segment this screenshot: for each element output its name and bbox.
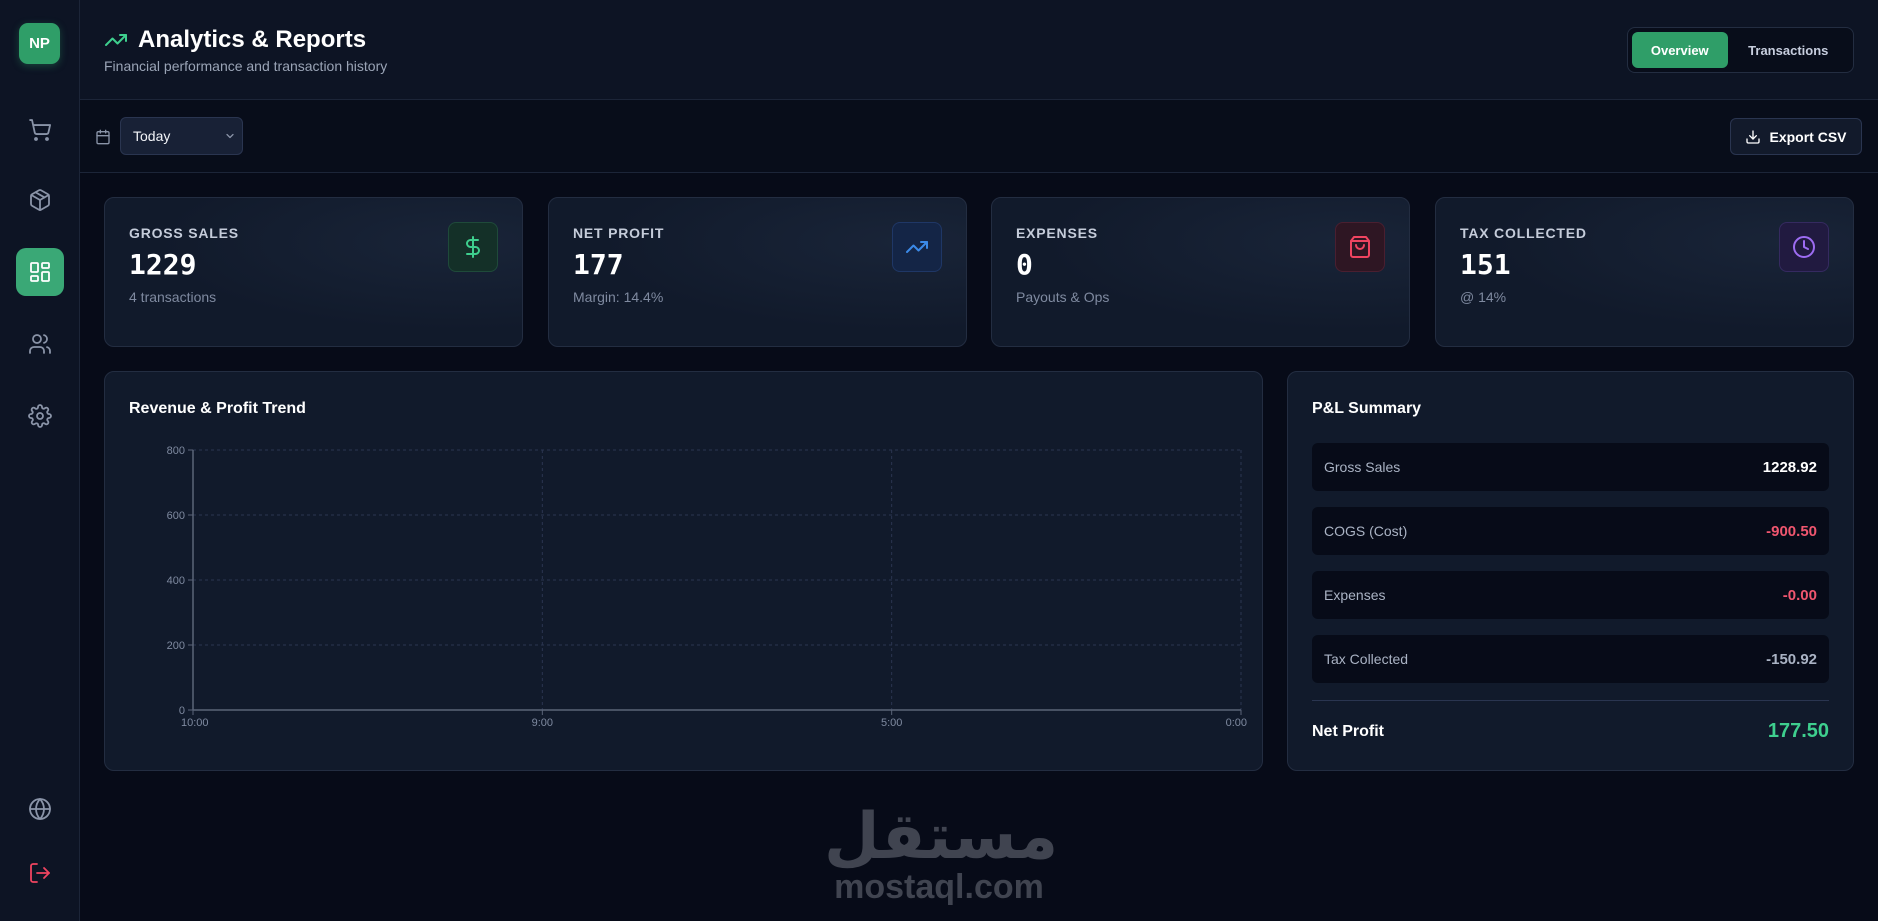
clock-icon [1779, 222, 1829, 272]
trending-up-icon [105, 34, 127, 46]
title-row: Analytics & Reports [104, 26, 366, 54]
page-subtitle: Financial performance and transaction hi… [104, 58, 388, 74]
revenue-profit-chart-panel: Revenue & Profit Trend 0 200 400 600 800 10:0… [104, 371, 1263, 771]
sidebar: NP [0, 0, 80, 921]
watermark-logo: مستقل mostaql.com [824, 800, 1059, 906]
pl-divider [1312, 700, 1829, 701]
view-tabs: Overview Transactions [1627, 27, 1854, 73]
pl-row: COGS (Cost) -900.50 [1312, 507, 1829, 555]
pl-title: P&L Summary [1312, 400, 1422, 417]
dashboard-icon[interactable] [16, 248, 64, 296]
toolbar: Today Export CSV [80, 100, 1878, 173]
pl-row-label: Expenses [1324, 587, 1386, 603]
stat-card-tax-collected: TAX COLLECTED 151 @ 14% [1435, 197, 1854, 347]
cart-icon[interactable] [16, 106, 64, 154]
watermark-arabic: مستقل [824, 800, 1059, 874]
y-tick-label: 600 [167, 510, 185, 522]
stat-value: 0 [1016, 248, 1033, 281]
logout-icon[interactable] [16, 849, 64, 897]
pl-row-value: -900.50 [1766, 522, 1817, 540]
x-tick-label: 0:00 [1226, 717, 1247, 729]
globe-icon[interactable] [16, 785, 64, 833]
x-tick-label: 10:00 [181, 717, 209, 729]
stat-sub: 4 transactions [129, 289, 217, 305]
page-title: Analytics & Reports [138, 26, 367, 53]
stat-sub: Payouts & Ops [1016, 289, 1110, 305]
page-header: Analytics & Reports Financial performanc… [80, 0, 1878, 100]
tab-transactions[interactable]: Transactions [1728, 32, 1849, 68]
stat-label: EXPENSES [1016, 225, 1098, 241]
calendar-icon [96, 129, 110, 145]
date-range-select[interactable]: Today [120, 117, 243, 155]
net-profit-value: 177.50 [1767, 720, 1829, 742]
stat-sub: @ 14% [1460, 289, 1507, 305]
stat-label: GROSS SALES [129, 225, 239, 241]
pl-row: Tax Collected -150.92 [1312, 635, 1829, 683]
trending-up-icon [892, 222, 942, 272]
stat-card-gross-sales: GROSS SALES 1229 4 transactions [104, 197, 523, 347]
pl-row-value: -0.00 [1782, 586, 1817, 604]
export-csv-button[interactable]: Export CSV [1730, 118, 1862, 155]
pl-row-value: -150.92 [1766, 650, 1817, 668]
stat-sub: Margin: 14.4% [573, 289, 664, 305]
watermark-latin: mostaql.com [834, 868, 1044, 906]
box-icon[interactable] [16, 176, 64, 224]
x-tick-label: 5:00 [881, 717, 902, 729]
users-icon[interactable] [16, 320, 64, 368]
download-icon [1746, 129, 1761, 144]
net-profit-label: Net Profit [1312, 723, 1384, 740]
y-tick-label: 400 [167, 575, 185, 587]
pl-summary-panel: P&L Summary Gross Sales 1228.92 COGS (Cost… [1287, 371, 1854, 771]
pl-row: Expenses -0.00 [1312, 571, 1829, 619]
y-tick-label: 200 [167, 640, 185, 652]
stat-label: NET PROFIT [573, 225, 665, 241]
avatar[interactable]: NP [19, 23, 60, 64]
date-range-value: Today [133, 128, 171, 144]
y-tick-label: 0 [179, 705, 185, 717]
pl-row-label: COGS (Cost) [1324, 523, 1408, 539]
stat-value: 177 [573, 248, 624, 281]
x-tick-label: 9:00 [532, 717, 553, 729]
pl-row: Gross Sales 1228.92 [1312, 443, 1829, 491]
export-csv-label: Export CSV [1769, 128, 1847, 145]
stat-value: 151 [1460, 248, 1511, 281]
tab-overview[interactable]: Overview [1632, 32, 1728, 68]
pl-row-value: 1228.92 [1762, 458, 1817, 476]
stat-value: 1229 [129, 248, 197, 281]
stat-card-net-profit: NET PROFIT 177 Margin: 14.4% [548, 197, 967, 347]
stat-card-expenses: EXPENSES 0 Payouts & Ops [991, 197, 1410, 347]
chevron-down-icon [226, 133, 234, 139]
pl-row-label: Gross Sales [1324, 459, 1401, 475]
stat-label: TAX COLLECTED [1460, 225, 1587, 241]
settings-icon[interactable] [16, 392, 64, 440]
revenue-profit-chart: 0 200 400 600 800 10:00 9:00 5:00 0:00 [167, 445, 1247, 729]
shopping-bag-icon [1335, 222, 1385, 272]
y-tick-label: 800 [167, 445, 185, 457]
dollar-icon [448, 222, 498, 272]
pl-row-label: Tax Collected [1324, 651, 1409, 667]
